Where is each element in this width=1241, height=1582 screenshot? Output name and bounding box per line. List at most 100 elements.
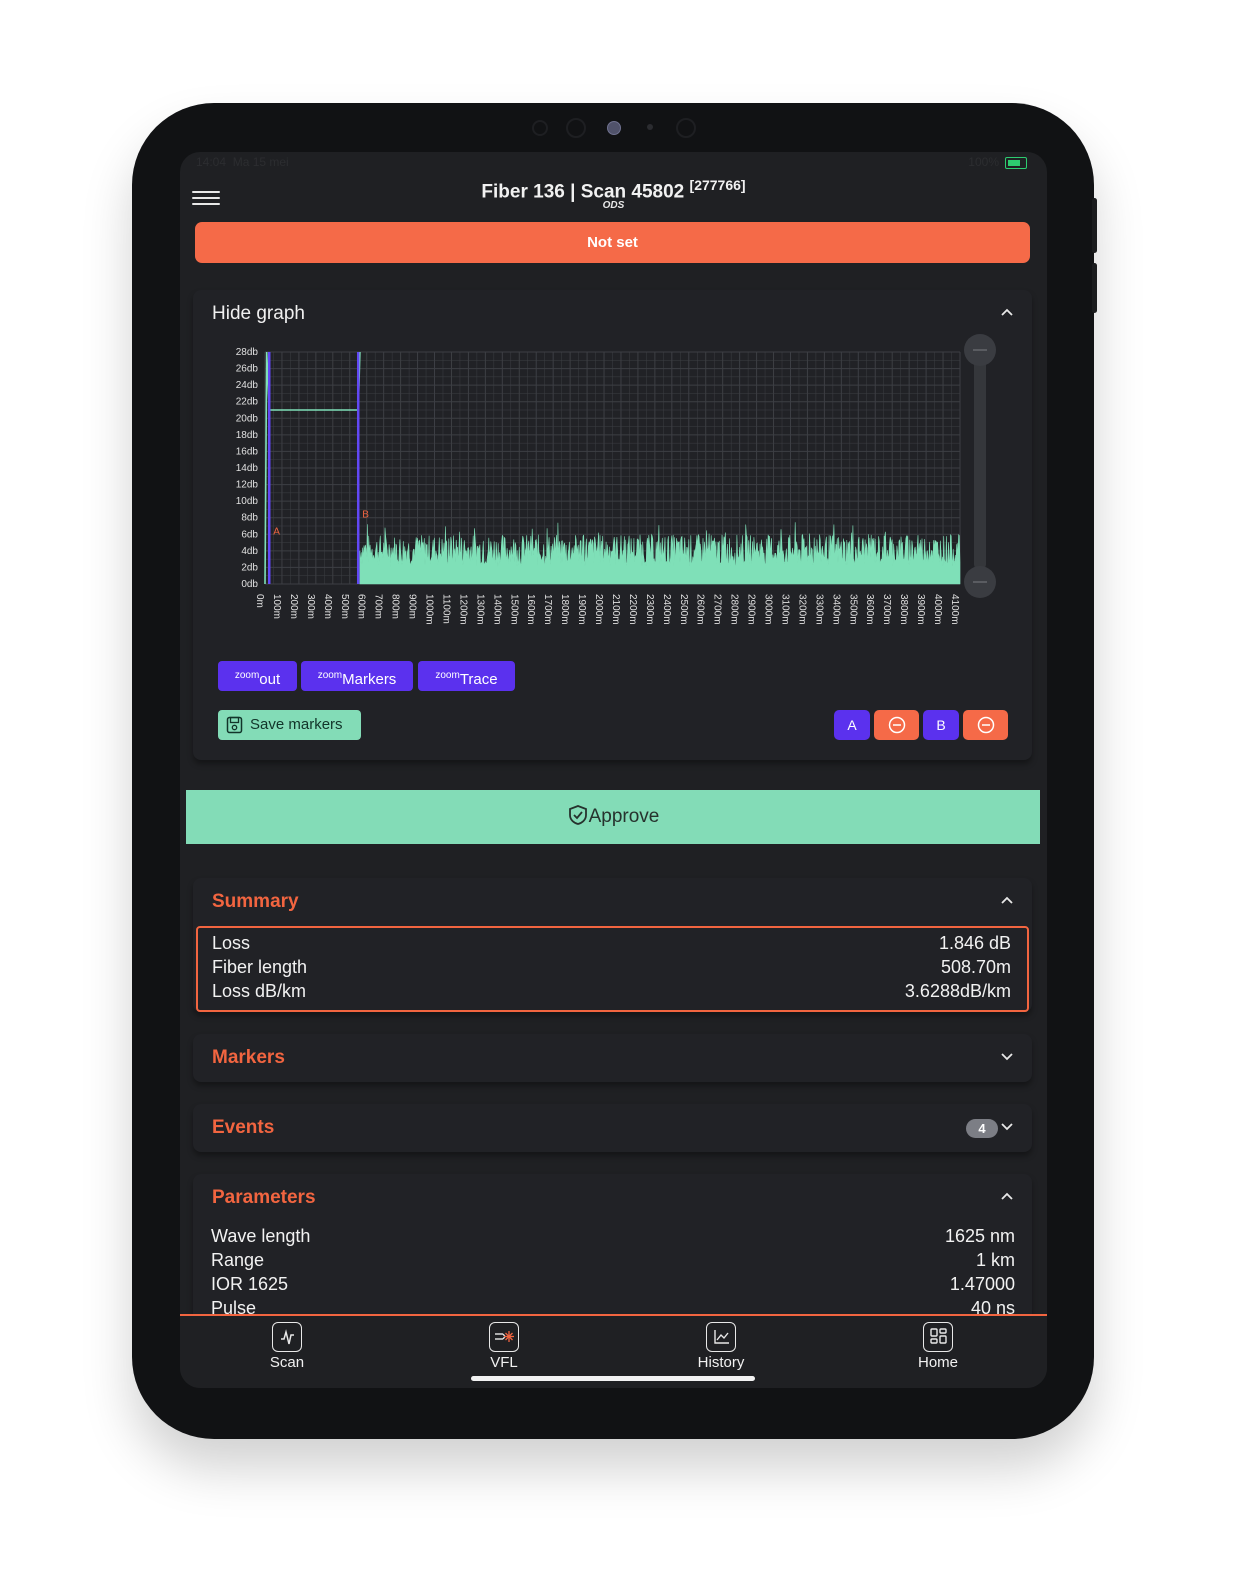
summary-title[interactable]: Summary (212, 891, 299, 913)
events-title[interactable]: Events (212, 1117, 274, 1139)
x-tick-label: 3500m (847, 594, 858, 625)
remove-marker-a-button[interactable] (874, 710, 919, 740)
x-tick-label: 1500m (508, 594, 519, 625)
summary-card: Summary Loss 1.846 dB Fiber length 508.70m… (193, 878, 1032, 1012)
x-tick-label: 3800m (898, 594, 909, 625)
app-screen: 14:04 Ma 15 mei 100% Fiber 136 | Scan 45… (180, 152, 1047, 1388)
summary-row-loss-per-km: Loss dB/km 3.6288dB/km (212, 981, 1011, 1001)
x-tick-label: 600m (356, 594, 367, 619)
status-button[interactable]: Not set (195, 222, 1030, 263)
x-tick-label: 1800m (559, 594, 570, 625)
y-tick-label: 4db (241, 546, 258, 557)
power-button (1092, 263, 1097, 313)
y-tick-label: 16db (236, 446, 259, 457)
summary-row-fiber-length: Fiber length 508.70m (212, 957, 1011, 977)
camera-icon (607, 121, 621, 135)
shield-check-icon (568, 805, 587, 825)
events-card[interactable]: Events 4 (193, 1104, 1032, 1152)
otdr-trace-chart[interactable]: A B 28db 26db 24db 22db 20db 18db 16db 14db 12db 1… (193, 290, 1032, 650)
battery-icon (1005, 157, 1027, 169)
battery-percent: 100% (968, 155, 999, 169)
parameters-card: Parameters Wave length 1625 nm Range 1 km … (193, 1174, 1032, 1334)
marker-a-button[interactable]: A (834, 710, 870, 740)
x-tick-label: 3900m (915, 594, 926, 625)
save-icon (226, 716, 243, 734)
x-tick-label: 1600m (525, 594, 536, 625)
sensor-icon (566, 118, 586, 138)
x-tick-label: 1100m (441, 594, 452, 624)
x-tick-label: 800m (390, 594, 401, 619)
events-count-badge: 4 (966, 1119, 998, 1138)
home-icon (923, 1322, 953, 1352)
x-tick-label: 900m (407, 594, 418, 619)
x-tick-label: 2500m (678, 594, 689, 625)
zoom-trace-button[interactable]: zoomTrace (418, 661, 515, 691)
y-tick-label: 2db (241, 562, 258, 573)
marker-label-a: A (273, 526, 280, 537)
volume-button (1092, 198, 1097, 253)
y-tick-label: 6db (241, 529, 258, 540)
x-tick-label: 2000m (593, 594, 604, 625)
x-tick-label: 1400m (491, 594, 502, 625)
y-tick-label: 12db (236, 480, 259, 491)
x-tick-label: 3000m (763, 594, 774, 625)
summary-row-loss: Loss 1.846 dB (212, 933, 1011, 953)
remove-marker-b-button[interactable] (963, 710, 1008, 740)
nav-vfl[interactable]: VFL (454, 1322, 554, 1371)
marker-b-button[interactable]: B (923, 710, 959, 740)
x-tick-label: 1200m (457, 594, 468, 625)
y-tick-label: 20db (236, 413, 259, 424)
x-tick-label: 200m (288, 594, 299, 619)
noise-area (359, 522, 961, 585)
scan-icon (272, 1322, 302, 1352)
x-tick-label: 2200m (627, 594, 638, 625)
y-tick-label: 0db (241, 579, 258, 590)
history-icon (706, 1322, 736, 1352)
x-tick-label: 3300m (813, 594, 824, 625)
x-tick-label: 500m (339, 594, 350, 619)
y-tick-label: 24db (236, 380, 259, 391)
param-row-ior: IOR 1625 1.47000 (211, 1274, 1015, 1294)
y-tick-label: 10db (236, 496, 259, 507)
approve-button[interactable]: Approve (186, 790, 1040, 844)
x-tick-label: 400m (322, 594, 333, 619)
x-tick-label: 700m (373, 594, 384, 619)
x-tick-label: 2300m (644, 594, 655, 625)
x-tick-label: 2600m (695, 594, 706, 625)
zoom-out-button[interactable]: zoomout (218, 661, 297, 691)
x-tick-label: 100m (271, 594, 282, 619)
x-tick-label: 3600m (864, 594, 875, 625)
chevron-up-icon[interactable] (1000, 1192, 1014, 1201)
home-indicator[interactable] (471, 1376, 755, 1381)
markers-title[interactable]: Markers (212, 1047, 285, 1069)
zoom-slider[interactable] (964, 334, 996, 598)
x-tick-label: 2100m (610, 594, 621, 625)
chevron-up-icon[interactable] (1000, 896, 1014, 905)
nav-scan[interactable]: Scan (237, 1322, 337, 1371)
y-tick-label: 14db (236, 463, 259, 474)
param-row-wavelength: Wave length 1625 nm (211, 1226, 1015, 1246)
sensor-icon (532, 120, 548, 136)
chevron-down-icon[interactable] (1000, 1122, 1014, 1131)
nav-home[interactable]: Home (888, 1322, 988, 1371)
page-subtitle: ODS (602, 200, 625, 211)
x-tick-label: 300m (305, 594, 316, 619)
minus-circle-icon (888, 716, 905, 734)
nav-history[interactable]: History (671, 1322, 771, 1371)
y-tick-label: 26db (236, 364, 259, 375)
chevron-down-icon[interactable] (1000, 1052, 1014, 1061)
x-tick-label: 1300m (474, 594, 485, 625)
scan-reference: [277766] (689, 177, 746, 193)
x-tick-label: 3200m (796, 594, 807, 625)
minus-circle-icon (977, 716, 994, 734)
x-tick-label: 3700m (881, 594, 892, 625)
y-tick-label: 8db (241, 513, 258, 524)
markers-card[interactable]: Markers (193, 1034, 1032, 1082)
zoom-markers-button[interactable]: zoomMarkers (301, 661, 413, 691)
summary-box: Loss 1.846 dB Fiber length 508.70m Loss dB… (196, 926, 1029, 1012)
sensor-icon (676, 118, 696, 138)
parameters-title[interactable]: Parameters (212, 1187, 316, 1209)
save-markers-button[interactable]: Save markers (218, 710, 361, 740)
vfl-icon (489, 1322, 519, 1352)
y-tick-label: 28db (236, 347, 259, 358)
